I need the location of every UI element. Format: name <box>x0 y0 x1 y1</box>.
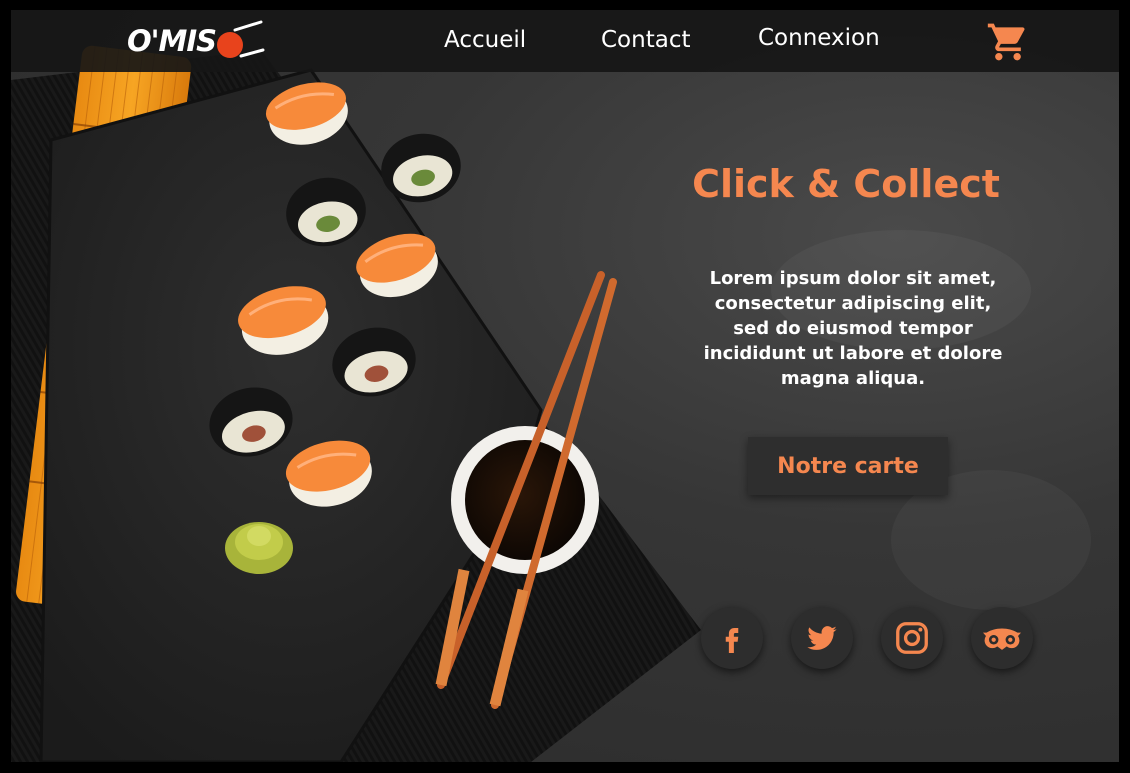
instagram-icon <box>896 622 928 654</box>
nav-accueil[interactable]: Accueil <box>444 27 526 53</box>
top-navbar: O'MIS Accueil Contact Connexion <box>11 10 1119 72</box>
nav-contact[interactable]: Contact <box>601 27 690 53</box>
shopping-cart-icon[interactable] <box>986 20 1030 64</box>
page-frame: O'MIS Accueil Contact Connexion Click & … <box>11 10 1119 762</box>
instagram-button[interactable] <box>881 607 943 669</box>
facebook-button[interactable] <box>701 607 763 669</box>
logo-brush-icon <box>233 20 265 58</box>
facebook-icon <box>725 628 739 653</box>
notre-carte-button[interactable]: Notre carte <box>748 437 948 495</box>
hero-title: Click & Collect <box>692 162 1000 206</box>
hero-description: Lorem ipsum dolor sit amet, consectetur … <box>703 268 1003 389</box>
sushi-illustration <box>11 45 701 762</box>
logo-text: O'MIS <box>127 24 217 58</box>
tripadvisor-button[interactable] <box>971 607 1033 669</box>
brand-logo[interactable]: O'MIS <box>127 16 267 66</box>
nav-connexion[interactable]: Connexion <box>758 25 880 51</box>
twitter-button[interactable] <box>791 607 853 669</box>
tripadvisor-icon <box>983 628 1021 650</box>
twitter-icon <box>807 626 837 650</box>
